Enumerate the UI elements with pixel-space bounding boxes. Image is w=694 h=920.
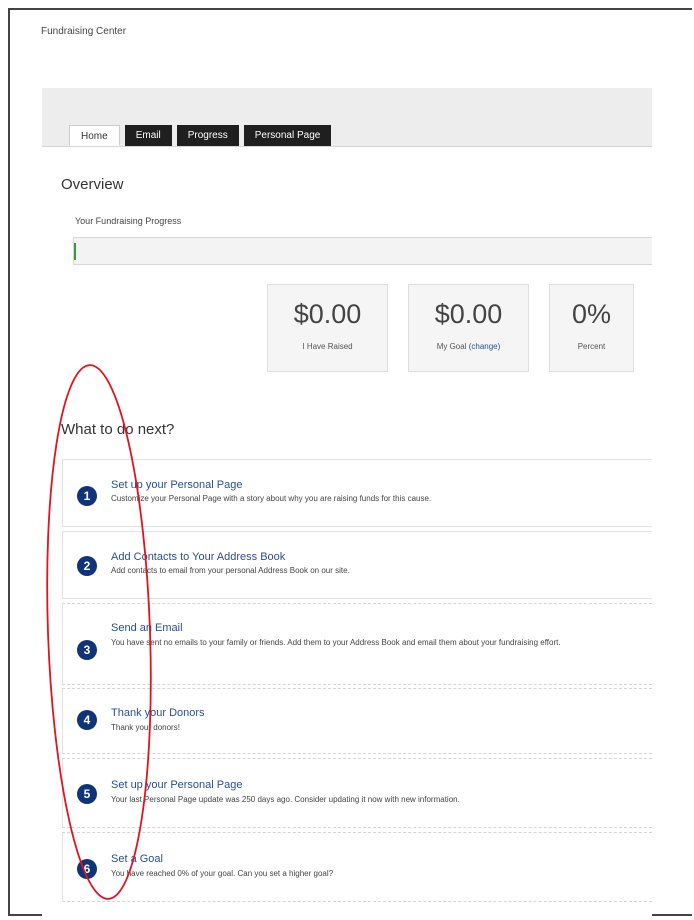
step-number-3-icon: 3 xyxy=(77,640,97,660)
step-description: Customize your Personal Page with a stor… xyxy=(111,494,432,503)
step-send-email[interactable]: 3 Send an Email You have sent no emails … xyxy=(62,603,652,685)
next-steps-title: What to do next? xyxy=(61,421,175,438)
step-description: Your last Personal Page update was 250 d… xyxy=(111,795,460,804)
step-set-up-personal-page[interactable]: 1 Set up your Personal Page Customize yo… xyxy=(62,459,652,527)
step-number-2-icon: 2 xyxy=(77,556,97,576)
step-description: You have reached 0% of your goal. Can yo… xyxy=(111,869,334,878)
step-number-5-icon: 5 xyxy=(77,784,97,804)
step-title[interactable]: Thank your Donors xyxy=(111,707,205,719)
step-add-contacts[interactable]: 2 Add Contacts to Your Address Book Add … xyxy=(62,531,652,599)
step-number-6-icon: 6 xyxy=(77,859,97,879)
step-title[interactable]: Set up your Personal Page xyxy=(111,479,242,491)
step-description: You have sent no emails to your family o… xyxy=(111,638,561,647)
step-description: Add contacts to email from your personal… xyxy=(111,566,350,575)
step-title[interactable]: Set up your Personal Page xyxy=(111,779,242,791)
step-thank-donors[interactable]: 4 Thank your Donors Thank your donors! xyxy=(62,688,652,754)
step-title[interactable]: Set a Goal xyxy=(111,853,163,865)
step-set-goal[interactable]: 6 Set a Goal You have reached 0% of your… xyxy=(62,832,652,902)
step-description: Thank your donors! xyxy=(111,723,180,732)
step-number-4-icon: 4 xyxy=(77,710,97,730)
next-steps-section: What to do next? 1 Set up your Personal … xyxy=(42,88,652,916)
step-number-1-icon: 1 xyxy=(77,486,97,506)
step-title[interactable]: Send an Email xyxy=(111,622,183,634)
step-update-personal-page[interactable]: 5 Set up your Personal Page Your last Pe… xyxy=(62,758,652,828)
app-title: Fundraising Center xyxy=(41,26,127,37)
step-title[interactable]: Add Contacts to Your Address Book xyxy=(111,551,285,563)
